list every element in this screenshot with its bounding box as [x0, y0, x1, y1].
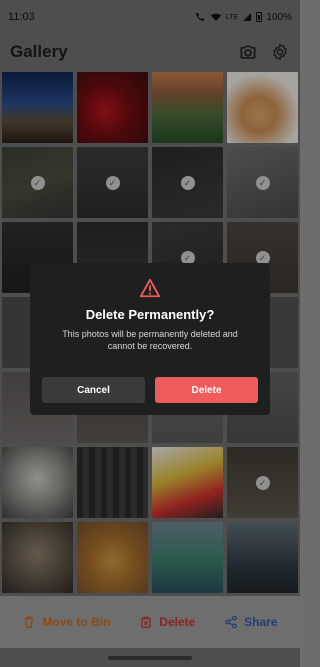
warning-icon	[139, 278, 161, 298]
move-to-bin-button[interactable]: Move to Bin	[22, 615, 110, 629]
move-to-bin-label: Move to Bin	[42, 615, 111, 629]
delete-button[interactable]: Delete	[139, 615, 195, 629]
dialog-title: Delete Permanently?	[85, 307, 215, 322]
share-label: Share	[244, 615, 278, 629]
delete-forever-icon	[141, 616, 152, 628]
share-icon	[225, 615, 238, 629]
cancel-button[interactable]: Cancel	[42, 377, 145, 403]
trash-icon	[25, 616, 34, 628]
delete-confirm-dialog: Delete Permanently? This photos will be …	[30, 263, 270, 415]
dialog-message: This photos will be permanently deleted …	[62, 329, 238, 351]
gesture-nav-handle[interactable]	[108, 656, 192, 660]
dialog-buttons: Cancel Delete	[42, 377, 258, 403]
delete-label: Delete	[159, 615, 196, 629]
share-button[interactable]: Share	[224, 615, 278, 629]
bottom-action-bar: Move to Bin Delete Share	[0, 596, 300, 648]
confirm-delete-button[interactable]: Delete	[155, 377, 258, 403]
